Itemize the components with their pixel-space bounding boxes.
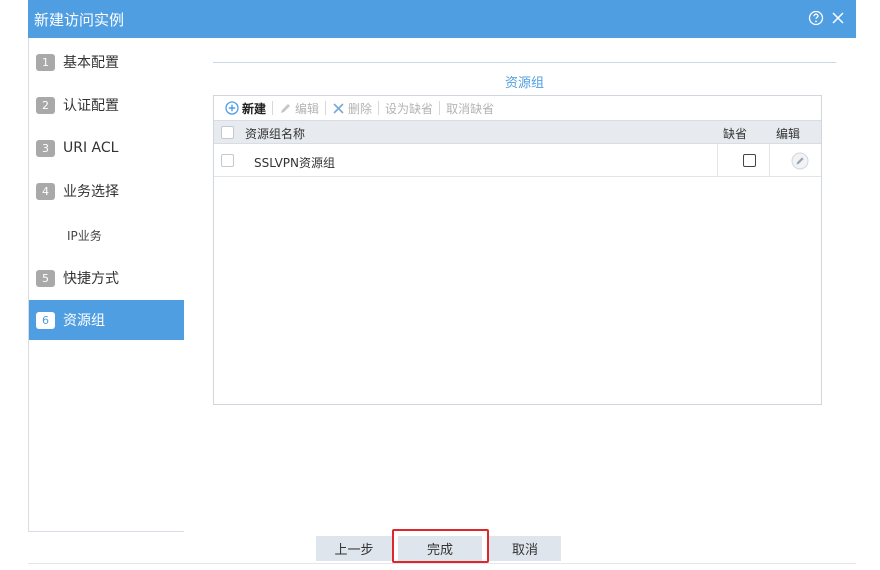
step-number: 6 xyxy=(36,311,55,329)
step-auth-config[interactable]: 2 认证配置 xyxy=(29,85,184,125)
column-header-default: 缺省 xyxy=(723,127,748,141)
column-header-name: 资源组名称 xyxy=(245,127,306,141)
step-resource-group[interactable]: 6 资源组 xyxy=(29,300,184,340)
step-service-select[interactable]: 4 业务选择 xyxy=(29,171,184,211)
help-circle-icon[interactable] xyxy=(806,8,826,28)
titlebar-icons xyxy=(806,8,848,28)
set-default-label: 设为缺省 xyxy=(385,101,434,116)
row-select-checkbox[interactable] xyxy=(221,154,234,167)
delete-label: 删除 xyxy=(348,101,373,116)
substep-ip-service[interactable]: IP业务 xyxy=(67,227,102,244)
step-label: URI ACL xyxy=(63,140,119,156)
set-default-button[interactable]: 设为缺省 xyxy=(379,100,439,117)
cancel-default-button[interactable]: 取消缺省 xyxy=(440,100,500,117)
edit-label: 编辑 xyxy=(295,101,320,116)
row-edit-pencil-icon[interactable] xyxy=(791,152,809,173)
row-name: SSLVPN资源组 xyxy=(254,156,336,170)
step-number: 3 xyxy=(36,139,55,157)
plus-circle-icon xyxy=(225,101,239,115)
section-divider xyxy=(213,62,836,63)
grid-toolbar: 新建 编辑 删除 设为缺省 取消缺省 xyxy=(214,96,821,120)
column-divider xyxy=(717,144,718,177)
step-number: 5 xyxy=(36,269,55,287)
section-title: 资源组 xyxy=(504,76,544,91)
finish-button-highlight xyxy=(392,529,489,563)
step-number: 4 xyxy=(36,182,55,200)
table-header: 资源组名称 缺省 编辑 xyxy=(214,120,821,144)
bottom-divider xyxy=(28,563,856,564)
step-label: 认证配置 xyxy=(63,98,119,114)
delete-x-icon xyxy=(333,102,344,114)
edit-button[interactable]: 编辑 xyxy=(273,100,325,117)
dialog-title: 新建访问实例 xyxy=(34,11,125,29)
select-all-checkbox[interactable] xyxy=(221,126,234,139)
prev-step-button[interactable]: 上一步 xyxy=(316,536,392,561)
step-uri-acl[interactable]: 3 URI ACL xyxy=(29,128,184,168)
step-number: 1 xyxy=(36,53,55,71)
resource-group-grid: 新建 编辑 删除 设为缺省 取消缺省 资源组名称 缺省 编辑 SSLVPN资源组 xyxy=(213,95,822,405)
step-label: 快捷方式 xyxy=(63,271,119,287)
dialog-titlebar: 新建访问实例 xyxy=(28,0,856,38)
cancel-default-label: 取消缺省 xyxy=(446,101,495,116)
close-icon[interactable] xyxy=(828,8,848,28)
cancel-button[interactable]: 取消 xyxy=(489,536,561,561)
wizard-sidebar: 1 基本配置 2 认证配置 3 URI ACL 4 业务选择 IP业务 5 快捷… xyxy=(28,38,184,532)
column-divider xyxy=(769,144,770,177)
step-label: 业务选择 xyxy=(63,184,119,200)
column-header-edit: 编辑 xyxy=(776,127,801,141)
table-row[interactable]: SSLVPN资源组 xyxy=(214,144,821,177)
step-basic-config[interactable]: 1 基本配置 xyxy=(29,42,184,82)
step-label: 资源组 xyxy=(63,313,105,329)
delete-button[interactable]: 删除 xyxy=(326,100,378,117)
row-default-checkbox[interactable] xyxy=(743,154,756,167)
step-number: 2 xyxy=(36,96,55,114)
pencil-icon xyxy=(281,103,291,113)
step-shortcut[interactable]: 5 快捷方式 xyxy=(29,258,184,298)
new-label: 新建 xyxy=(242,101,267,116)
new-button[interactable]: 新建 xyxy=(219,100,272,117)
step-label: 基本配置 xyxy=(63,55,119,71)
